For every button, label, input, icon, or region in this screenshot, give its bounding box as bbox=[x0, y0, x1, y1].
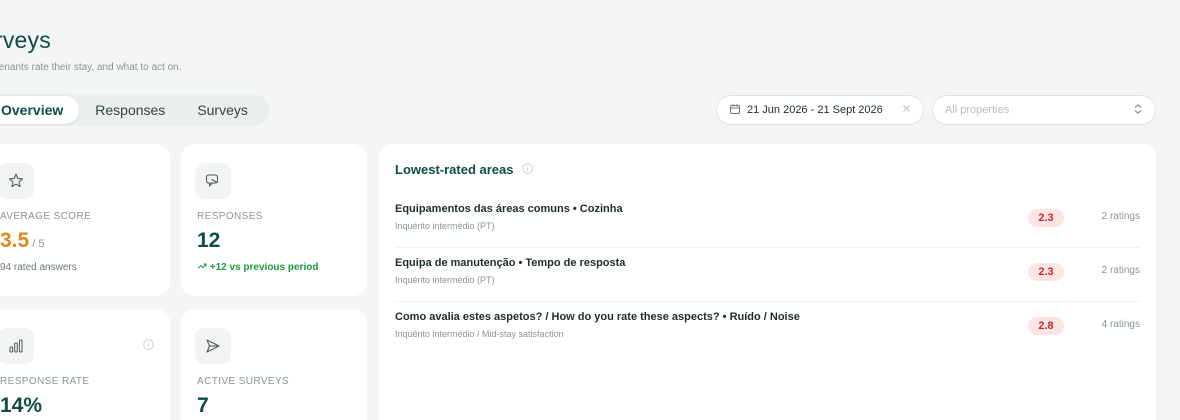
kpi-value: 3.5/ 5 bbox=[0, 229, 44, 253]
area-title: Equipamentos das áreas comuns • Cozinha bbox=[395, 203, 623, 215]
info-icon[interactable] bbox=[143, 337, 154, 355]
score-badge: 2.8 bbox=[1028, 317, 1064, 335]
send-icon bbox=[195, 328, 231, 364]
tab-surveys[interactable]: Surveys bbox=[181, 96, 264, 124]
lowest-rated-title: Lowest-rated areas bbox=[395, 162, 514, 177]
area-survey: Inquérito intermédio / Mid-stay satisfac… bbox=[395, 329, 564, 339]
score-badge: 2.3 bbox=[1028, 209, 1064, 227]
property-select-value: All properties bbox=[945, 104, 1010, 116]
kpi-value: 14% bbox=[0, 394, 43, 417]
view-tabs: Overview Responses Surveys bbox=[0, 94, 269, 126]
average-score-suffix: / 5 bbox=[32, 238, 45, 250]
area-title: Como avalia estes aspetos? / How do you … bbox=[395, 311, 800, 323]
page-title: urveys bbox=[0, 27, 51, 53]
area-survey: Inquérito intermédio (PT) bbox=[395, 221, 495, 231]
trend-text: +12 vs previous period bbox=[209, 262, 319, 273]
list-item[interactable]: Equipamentos das áreas comuns • Cozinha … bbox=[395, 194, 1140, 248]
kpi-value: 7 bbox=[197, 394, 209, 417]
calendar-icon bbox=[729, 103, 741, 118]
rating-count: 4 ratings bbox=[1101, 319, 1140, 330]
lowest-rated-panel: Lowest-rated areas Equipamentos das área… bbox=[379, 144, 1156, 420]
kpi-average-score: AVERAGE SCORE 3.5/ 5 94 rated answers bbox=[0, 144, 170, 296]
chevron-updown-icon bbox=[1133, 103, 1143, 118]
panel-title: Lowest-rated areas bbox=[395, 162, 533, 177]
info-icon[interactable] bbox=[521, 162, 533, 177]
score-badge: 2.3 bbox=[1028, 263, 1064, 281]
page-subtitle: w tenants rate their stay, and what to a… bbox=[0, 62, 182, 73]
average-score-number: 3.5 bbox=[0, 229, 30, 252]
date-range-value: 21 Jun 2026 - 21 Sept 2026 bbox=[747, 104, 883, 116]
property-select[interactable]: All properties bbox=[932, 95, 1156, 125]
chat-icon bbox=[195, 163, 231, 199]
kpi-active-surveys: ACTIVE SURVEYS 7 bbox=[181, 309, 367, 420]
list-item[interactable]: Equipa de manutenção • Tempo de resposta… bbox=[395, 248, 1140, 302]
rating-count: 2 ratings bbox=[1101, 211, 1140, 222]
tab-overview[interactable]: Overview bbox=[0, 96, 80, 124]
lowest-rated-list: Equipamentos das áreas comuns • Cozinha … bbox=[395, 194, 1140, 356]
list-item[interactable]: Como avalia estes aspetos? / How do you … bbox=[395, 302, 1140, 356]
kpi-label: AVERAGE SCORE bbox=[0, 211, 92, 222]
bar-chart-icon bbox=[0, 328, 34, 364]
star-icon bbox=[0, 163, 34, 199]
area-survey: Inquérito intermédio (PT) bbox=[395, 275, 495, 285]
kpi-trend: +12 vs previous period bbox=[197, 262, 318, 273]
trend-up-icon bbox=[197, 262, 210, 273]
kpi-response-rate: RESPONSE RATE 14% bbox=[0, 309, 170, 420]
kpi-responses: RESPONSES 12 +12 vs previous period bbox=[181, 144, 367, 296]
date-range-picker[interactable]: 21 Jun 2026 - 21 Sept 2026 bbox=[716, 95, 924, 125]
kpi-label: ACTIVE SURVEYS bbox=[197, 376, 290, 387]
kpi-label: RESPONSE RATE bbox=[0, 376, 90, 387]
rating-count: 2 ratings bbox=[1101, 265, 1140, 276]
tab-responses[interactable]: Responses bbox=[79, 96, 181, 124]
kpi-label: RESPONSES bbox=[197, 211, 263, 222]
kpi-note: 94 rated answers bbox=[0, 262, 77, 273]
area-title: Equipa de manutenção • Tempo de resposta bbox=[395, 257, 626, 269]
clear-date-icon[interactable] bbox=[902, 104, 911, 116]
kpi-value: 12 bbox=[197, 229, 221, 252]
